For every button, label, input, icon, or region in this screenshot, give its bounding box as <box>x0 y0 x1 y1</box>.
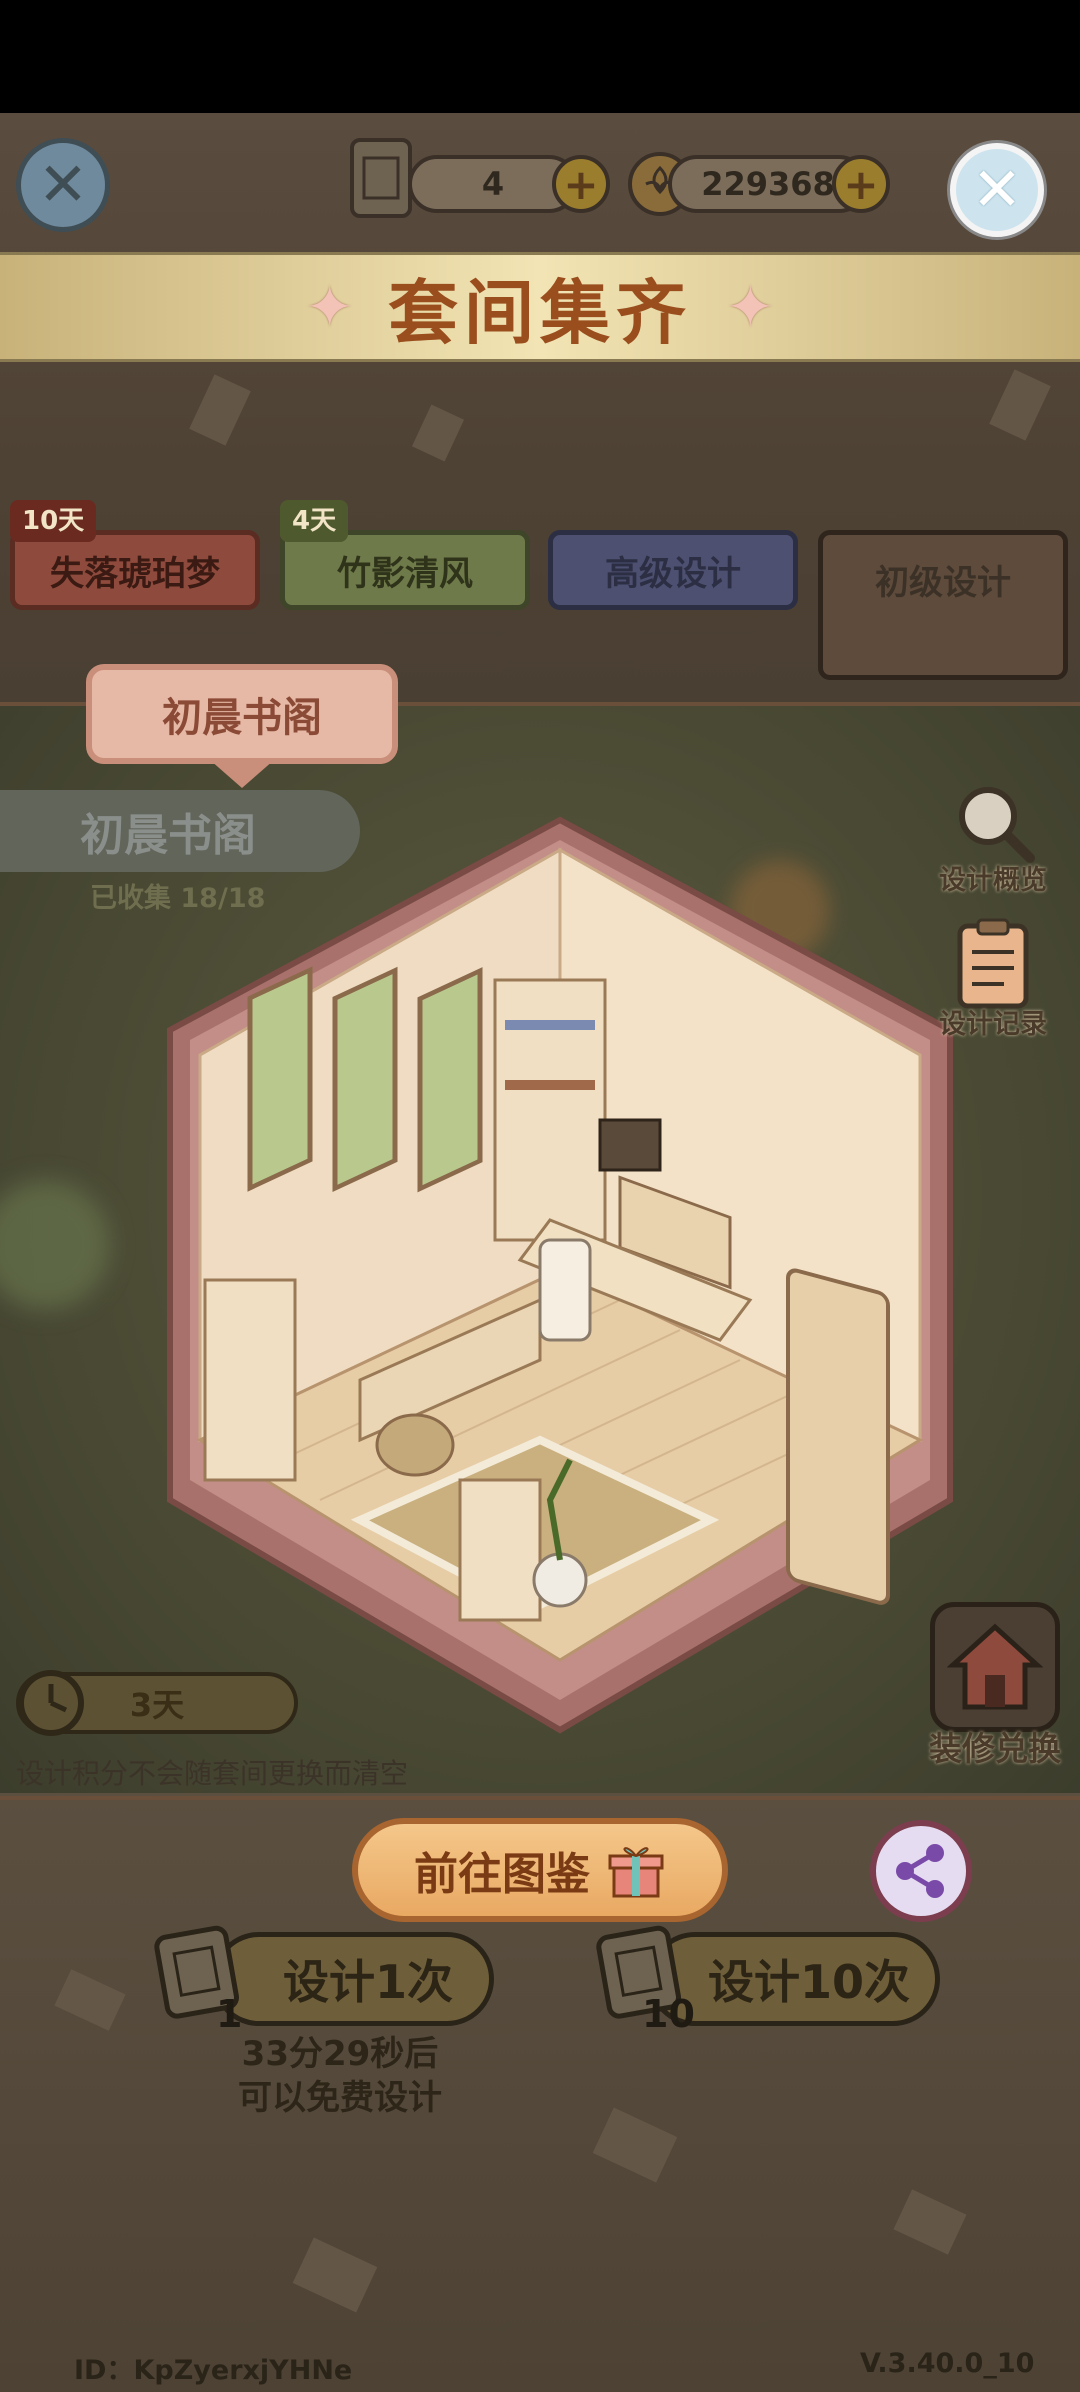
renovation-exchange-label: 装修兑换 <box>929 1729 1061 1768</box>
design-ten-cost: 10 <box>642 1992 695 2036</box>
design-once-button[interactable]: 设计1次 <box>212 1932 494 2026</box>
clock-icon <box>18 1670 84 1736</box>
share-icon <box>896 1844 944 1898</box>
design-records-label: 设计记录 <box>939 1009 1047 1040</box>
exchange-icon-frame <box>930 1602 1060 1732</box>
scroll-count: 4 <box>481 165 505 203</box>
timer-text: 3天 <box>129 1686 185 1724</box>
countdown-line: 33分29秒后 <box>241 2034 439 2074</box>
design-records-button[interactable]: 设计记录 <box>928 916 1058 1041</box>
clipboard-icon <box>957 918 1029 1009</box>
close-button[interactable]: ✕ <box>950 143 1044 237</box>
tab-lost-amber[interactable]: 失落琥珀梦 <box>10 530 260 610</box>
tab-label: 失落琥珀梦 <box>50 553 220 594</box>
days-badge: 4天 <box>280 500 349 542</box>
design-once-cost: 1 <box>216 1992 243 2036</box>
days-badge: 10天 <box>10 500 97 542</box>
magnifier-icon <box>959 787 1035 863</box>
sparkle-icon: ✦ <box>726 273 775 341</box>
add-scroll-button[interactable]: + <box>552 155 610 213</box>
divider <box>0 1796 1080 1800</box>
status-bar <box>0 0 1080 113</box>
points-notice: 设计积分不会随套间更换而清空 <box>16 1757 409 1790</box>
tab-bamboo-breeze[interactable]: 竹影清风 <box>280 530 530 610</box>
coin-count: 229368 <box>701 165 835 203</box>
room-tab-label: 初晨书阁 <box>162 695 322 741</box>
share-button[interactable] <box>870 1820 972 1922</box>
room-tab-pointer <box>210 760 274 788</box>
player-id: ID：KpZyerxjYHNe <box>74 2355 353 2386</box>
renovation-exchange-button[interactable]: 装修兑换 <box>920 1602 1070 1770</box>
tab-advanced-design[interactable]: 高级设计 <box>548 530 798 610</box>
tab-label: 高级设计 <box>605 553 741 594</box>
free-design-countdown: 33分29秒后 可以免费设计 <box>200 2032 480 2120</box>
sparkle-icon: ✦ <box>305 273 354 341</box>
close-icon: ✕ <box>971 155 1023 225</box>
gift-icon <box>608 1847 664 1898</box>
banner-title: 套间集齐 <box>388 271 692 354</box>
tab-label: 初级设计 <box>875 563 1011 603</box>
design-overview-button[interactable]: 设计概览 <box>928 776 1058 897</box>
study-room-illustration <box>167 816 953 1734</box>
tab-basic-design[interactable]: 初级设计 <box>818 530 1068 680</box>
goto-catalog-label: 前往图鉴 <box>414 1849 590 1900</box>
house-icon <box>947 1623 1043 1710</box>
add-coin-button[interactable]: + <box>832 155 890 213</box>
tab-label: 竹影清风 <box>337 553 473 594</box>
plus-icon: + <box>563 159 599 209</box>
design-overview-label: 设计概览 <box>939 865 1047 896</box>
close-button-dim[interactable]: ✕ <box>16 138 110 232</box>
version-label: V.3.40.0_10 <box>860 2348 1035 2379</box>
design-once-label: 设计1次 <box>282 1955 453 2009</box>
design-ten-label: 设计10次 <box>707 1955 910 2009</box>
close-icon: ✕ <box>37 150 89 220</box>
room-tab[interactable]: 初晨书阁 <box>86 664 398 764</box>
plus-icon: + <box>843 159 879 209</box>
suite-complete-banner: ✦ 套间集齐 ✦ <box>0 252 1080 362</box>
goto-catalog-button[interactable]: 前往图鉴 <box>352 1818 728 1922</box>
countdown-line: 可以免费设计 <box>238 2078 442 2118</box>
